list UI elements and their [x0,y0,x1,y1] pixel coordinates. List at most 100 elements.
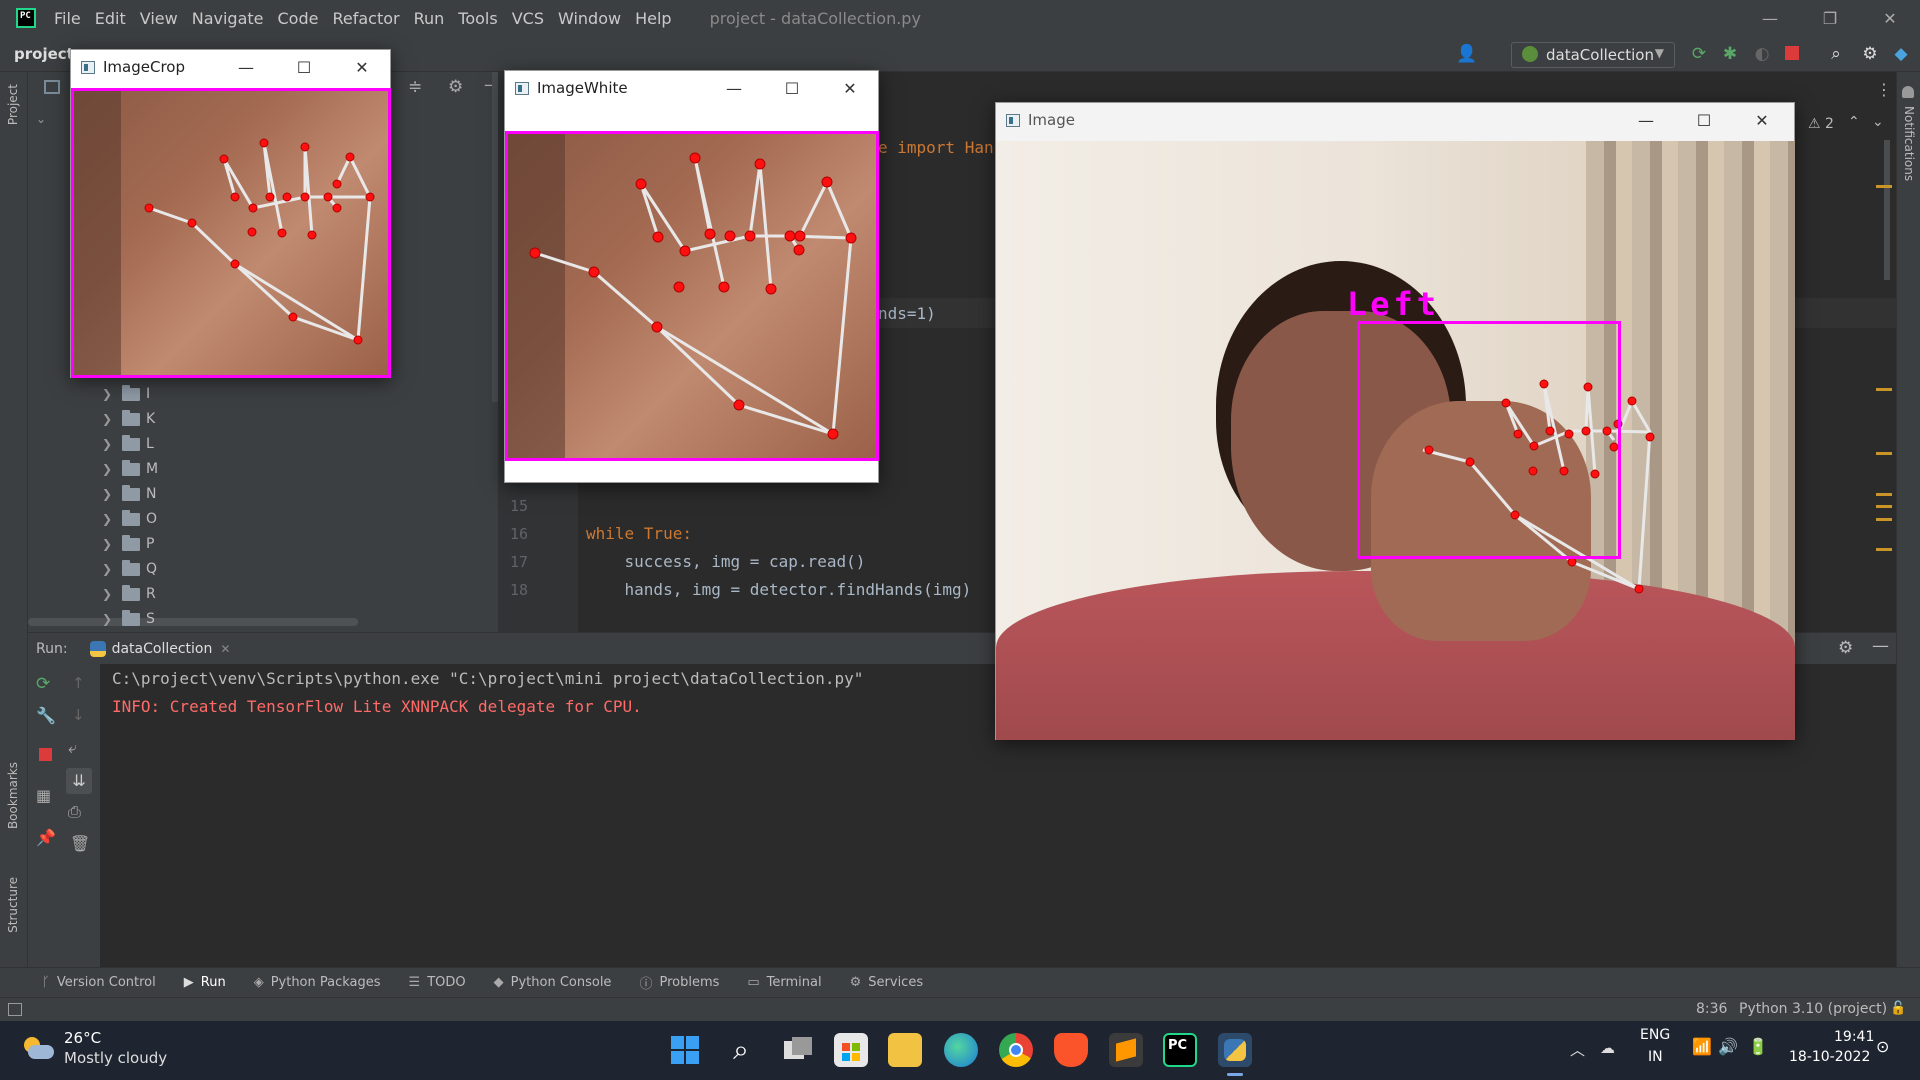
print-icon[interactable]: ⎙ [68,802,81,822]
weather-cloud-icon[interactable] [20,1035,54,1061]
more-icon[interactable]: ⋮ [1876,80,1892,99]
tree-folder-m[interactable]: ❯ M [102,459,158,479]
tree-folder-p[interactable]: ❯ P [102,534,154,554]
tree-folder-l[interactable]: ❯ L [102,434,154,454]
tree-folder-r[interactable]: ❯ R [102,584,156,604]
tool-python-packages[interactable]: ◈ Python Packages [254,975,381,990]
wrench-icon[interactable]: 🔧 [36,706,56,725]
menu-window[interactable]: Window [558,9,621,28]
maximize-icon[interactable]: ☐ [1675,111,1733,130]
cursor-position[interactable]: 8:36 [1696,1001,1727,1017]
notifications-tool-tab[interactable]: Notifications [1902,106,1916,181]
language-code[interactable]: ENG [1640,1027,1670,1043]
menu-file[interactable]: File [54,9,81,28]
chrome-icon[interactable] [999,1033,1033,1067]
scroll-to-end-icon[interactable]: ⇊ [66,768,92,794]
run-tab[interactable]: dataCollection ✕ [89,640,230,657]
bookmarks-tool-tab[interactable]: Bookmarks [6,762,20,829]
tool-problems[interactable]: ⓘ Problems [639,973,719,992]
close-icon[interactable]: ✕ [1733,111,1791,130]
menu-view[interactable]: View [140,9,178,28]
menu-help[interactable]: Help [635,9,671,28]
horizontal-scrollbar[interactable] [28,618,358,626]
stop-icon[interactable] [39,748,52,761]
minimize-icon[interactable]: — [1740,9,1800,28]
tree-expand-icon[interactable]: ⌄ [36,112,46,126]
structure-tool-tab[interactable]: Structure [6,877,20,933]
menu-code[interactable]: Code [278,9,319,28]
search-icon[interactable]: ⌕ [1826,44,1846,64]
imagecrop-window[interactable]: ImageCrop — ☐ ✕ [70,49,391,378]
trash-icon[interactable]: 🗑 [70,834,90,853]
search-taskbar-icon[interactable]: ⌕ [724,1033,758,1067]
run-hide-icon[interactable]: — [1872,636,1889,656]
pycharm-taskbar-icon[interactable]: PC [1163,1033,1197,1067]
menu-refactor[interactable]: Refactor [332,9,399,28]
imagewhite-window[interactable]: ImageWhite — ☐ ✕ [504,70,879,483]
scroll-down-icon[interactable]: ↓ [72,706,85,724]
menu-run[interactable]: Run [414,9,445,28]
scroll-up-icon[interactable]: ↑ [72,674,85,692]
user-icon[interactable]: 👤 [1456,44,1477,64]
project-tool-tab[interactable]: Project [6,84,20,125]
tree-folder-n[interactable]: ❯ N [102,484,156,504]
tool-python-console[interactable]: ◆ Python Console [494,975,612,990]
rerun-icon[interactable]: ⟳ [36,674,50,694]
minimize-icon[interactable]: — [217,58,275,77]
editor-scrollbar[interactable] [1884,140,1890,280]
task-view-icon[interactable] [780,1033,814,1067]
toggle-panels-icon[interactable] [8,1003,22,1016]
clock-time[interactable]: 19:41 [1834,1029,1874,1045]
panel-gear-icon[interactable]: ⚙ [448,77,463,97]
onedrive-icon[interactable]: ☁ [1600,1039,1615,1057]
project-label[interactable]: project [14,45,74,63]
soft-wrap-icon[interactable]: ⤶ [68,738,77,758]
tree-folder-i[interactable]: ❯ I [102,384,150,404]
notification-center-icon[interactable]: ⊙ [1876,1037,1889,1056]
next-warning-icon[interactable]: ⌄ [1872,114,1884,130]
maximize-icon[interactable]: ☐ [763,79,821,98]
tool-version-control[interactable]: ᚴ Version Control [42,975,156,990]
prev-warning-icon[interactable]: ⌃ [1848,114,1860,130]
close-icon[interactable]: ✕ [821,79,879,98]
stop-icon[interactable] [1785,46,1799,60]
brave-icon[interactable] [1054,1033,1088,1067]
menu-vcs[interactable]: VCS [512,9,544,28]
volume-icon[interactable]: 🔊 [1718,1037,1738,1056]
close-tab-icon[interactable]: ✕ [220,642,230,656]
gear-icon[interactable]: ⚙ [1860,44,1880,64]
battery-icon[interactable]: 🔋 [1748,1037,1768,1056]
debug-icon[interactable]: ✱ [1720,44,1740,64]
interpreter-selector[interactable]: Python 3.10 (project) [1739,1001,1887,1017]
tree-folder-k[interactable]: ❯ K [102,409,155,429]
run-config-selector[interactable]: dataCollection ▼ [1511,42,1675,68]
start-button[interactable] [668,1033,702,1067]
menu-navigate[interactable]: Navigate [192,9,264,28]
clock-date[interactable]: 18-10-2022 [1789,1049,1870,1065]
coverage-icon[interactable]: ◐ [1752,44,1772,64]
image-window[interactable]: Image — ☐ ✕ Left [995,102,1795,740]
rerun-icon[interactable]: ⟳ [1689,44,1709,64]
tray-chevron-icon[interactable]: ︿ [1570,1039,1585,1060]
close-icon[interactable]: ✕ [1860,9,1920,28]
close-icon[interactable]: ✕ [333,58,391,77]
tool-run[interactable]: ▶ Run [184,975,226,990]
minimize-icon[interactable]: — [1617,111,1675,130]
minimize-icon[interactable]: — [705,79,763,98]
collapse-icon[interactable]: ≑ [408,77,422,97]
file-explorer-icon[interactable] [888,1033,922,1067]
language-region[interactable]: IN [1648,1049,1663,1065]
bell-icon[interactable] [1902,86,1914,98]
menu-edit[interactable]: Edit [95,9,126,28]
python-window-taskbar-icon[interactable] [1218,1033,1252,1067]
tool-terminal[interactable]: ▭ Terminal [747,975,821,990]
wifi-icon[interactable]: 📶 [1692,1037,1712,1056]
store-icon[interactable] [834,1033,868,1067]
tool-services[interactable]: ⚙ Services [850,975,923,990]
warning-indicator[interactable]: ⚠ 2 [1808,116,1834,132]
pin-icon[interactable]: 📌 [36,828,56,847]
restore-icon[interactable]: ❐ [1800,9,1860,28]
tool-todo[interactable]: ☰ TODO [409,975,466,990]
menu-tools[interactable]: Tools [458,9,497,28]
tree-folder-q[interactable]: ❯ Q [102,559,157,579]
